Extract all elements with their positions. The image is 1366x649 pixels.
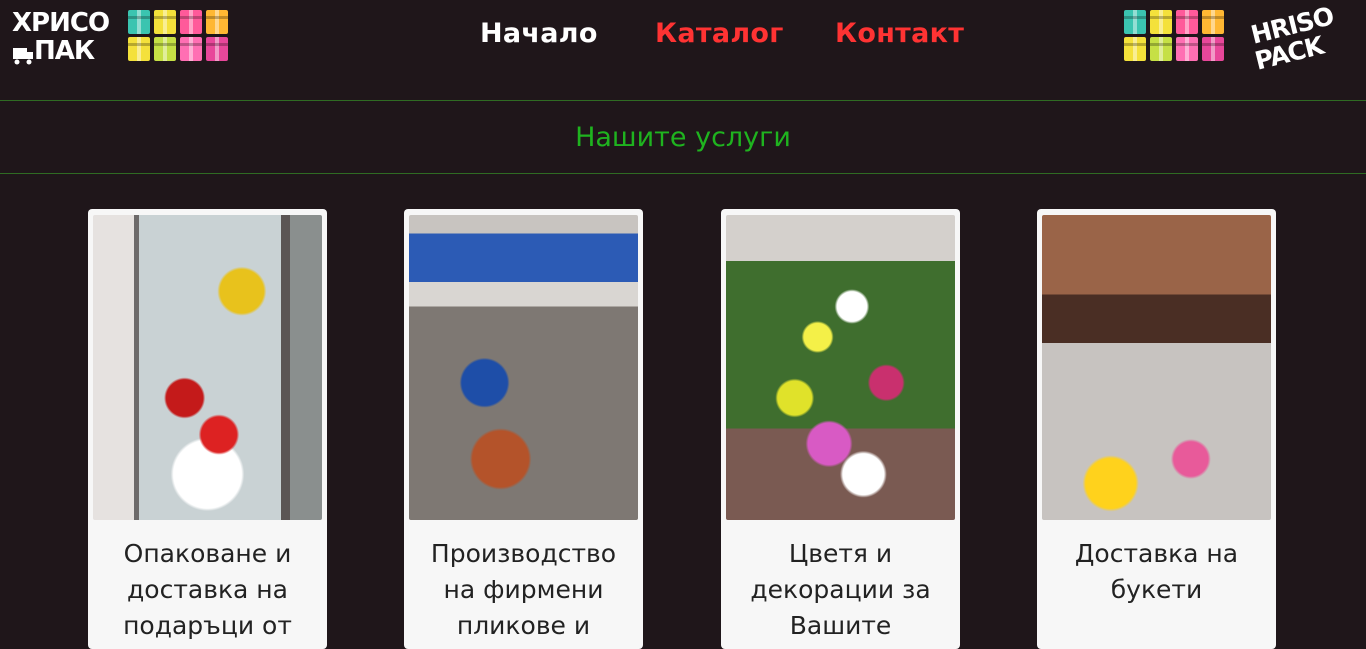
gift-icon [1124,37,1146,61]
nav-item-home[interactable]: Начало [480,18,598,49]
gift-icon [1202,37,1224,61]
gift-icon [1150,10,1172,34]
site-logo-latin[interactable]: HRISO PACK [1244,1,1344,75]
section-header: Нашите услуги [0,101,1366,174]
gift-icon [1124,10,1146,34]
service-photo-flowers [726,215,955,520]
service-photo-gift-window [93,215,322,520]
gift-icon [1176,10,1198,34]
nav-item-contact[interactable]: Контакт [835,18,964,49]
section-title: Нашите услуги [575,121,791,153]
service-card[interactable]: Доставка на букети [1037,209,1276,649]
service-card[interactable]: Производство на фирмени пликове и [404,209,643,649]
service-title: Доставка на букети [1074,539,1239,604]
service-card[interactable]: Цветя и декорации за Вашите [721,209,960,649]
service-title: Производство на фирмени пликове и [430,539,617,640]
service-title: Опаковане и доставка на подаръци от [123,539,292,640]
gift-boxes-icon [1124,10,1226,61]
services-list: Опаковане и доставка на подаръци от Прои… [0,174,1366,649]
gift-icon [1150,37,1172,61]
service-photo-storefront [409,215,638,520]
service-photo-shop-entrance [1042,215,1271,520]
gift-icon [1176,37,1198,61]
site-header: ХРИСО ПАК Начало Каталог Контакт HRISO P… [0,0,1366,101]
service-title: Цветя и декорации за Вашите [750,539,931,640]
service-card[interactable]: Опаковане и доставка на подаръци от [88,209,327,649]
gift-icon [1202,10,1224,34]
nav-item-catalog[interactable]: Каталог [655,18,784,49]
